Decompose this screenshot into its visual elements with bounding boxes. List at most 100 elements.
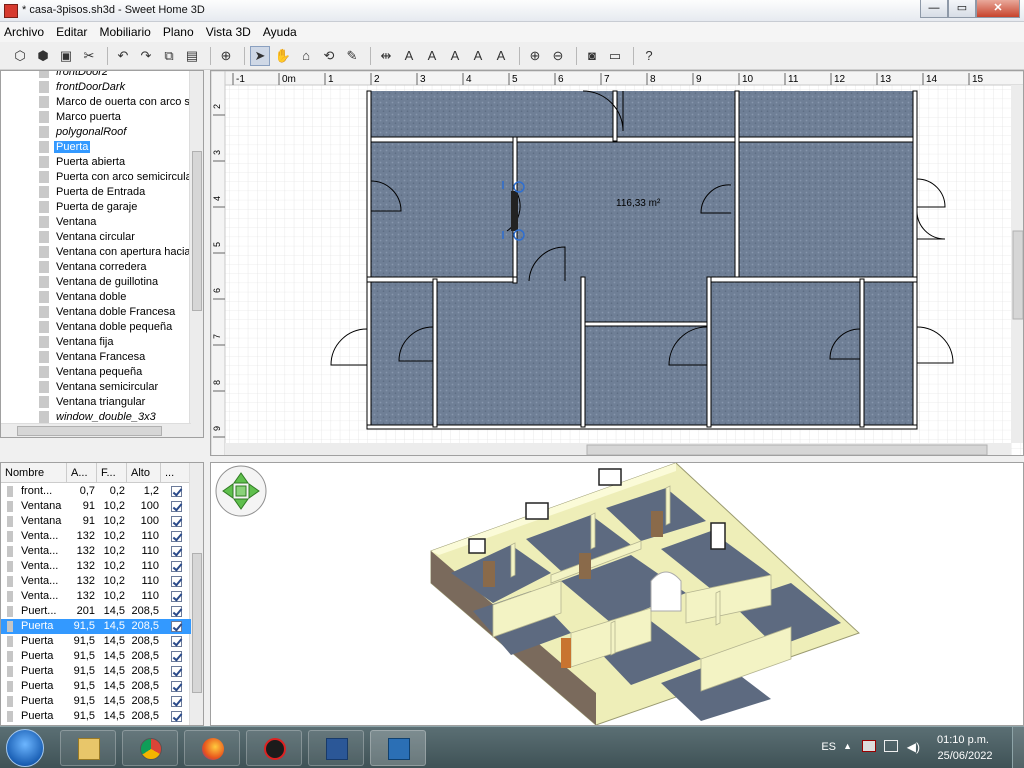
visible-checkbox[interactable] bbox=[170, 576, 182, 587]
visible-checkbox[interactable] bbox=[170, 621, 182, 632]
table-row[interactable]: Venta... 132 10,2 110 bbox=[1, 529, 191, 544]
undo-icon[interactable]: ↶ bbox=[113, 46, 133, 66]
col-visible[interactable]: ... bbox=[161, 463, 191, 483]
visible-checkbox[interactable] bbox=[170, 711, 182, 722]
visible-checkbox[interactable] bbox=[170, 486, 182, 497]
table-row[interactable]: Ventana 91 10,2 100 bbox=[1, 499, 191, 514]
catalog-item[interactable]: Ventana semicircular bbox=[1, 380, 191, 395]
visible-checkbox[interactable] bbox=[170, 516, 182, 527]
catalog-item[interactable]: Ventana circular bbox=[1, 230, 191, 245]
catalog-item[interactable]: Ventana bbox=[1, 215, 191, 230]
plan-view[interactable]: -1 0m 1 2 3 4 5 6 7 8 9 10 11 12 13 14 15 23456789 bbox=[210, 70, 1024, 456]
add-furniture-icon[interactable]: ⊕ bbox=[216, 46, 236, 66]
video-icon[interactable]: ▭ bbox=[605, 46, 625, 66]
close-button[interactable]: ✕ bbox=[976, 0, 1020, 18]
visible-checkbox[interactable] bbox=[170, 651, 182, 662]
create-rooms-icon[interactable]: ⌂ bbox=[296, 46, 316, 66]
language-indicator[interactable]: ES bbox=[821, 741, 836, 753]
create-dimensions-icon[interactable]: ⇹ bbox=[376, 46, 396, 66]
col-ancho[interactable]: A... bbox=[67, 463, 97, 483]
table-row[interactable]: Puerta 91,5 14,5 208,5 bbox=[1, 694, 191, 709]
plan-hscroll-thumb[interactable] bbox=[586, 444, 988, 455]
catalog-item[interactable]: Ventana corredera bbox=[1, 260, 191, 275]
catalog-item[interactable]: Marco puerta bbox=[1, 110, 191, 125]
catalog-item[interactable]: Ventana pequeña bbox=[1, 365, 191, 380]
visible-checkbox[interactable] bbox=[170, 531, 182, 542]
catalog-item[interactable]: Puerta bbox=[1, 140, 191, 155]
table-row[interactable]: front... 0,7 0,2 1,2 bbox=[1, 484, 191, 499]
taskbar-sweethome3d[interactable] bbox=[370, 730, 426, 766]
catalog-item[interactable]: Ventana Francesa bbox=[1, 350, 191, 365]
catalog-item[interactable]: frontDoorDark bbox=[1, 80, 191, 95]
italic-text-icon[interactable]: A bbox=[491, 46, 511, 66]
select-mode-icon[interactable]: ➤ bbox=[250, 45, 270, 66]
menu-plano[interactable]: Plano bbox=[159, 22, 199, 39]
3d-navigation-control[interactable] bbox=[215, 465, 267, 517]
visible-checkbox[interactable] bbox=[170, 501, 182, 512]
table-scroll-thumb[interactable] bbox=[192, 553, 202, 693]
catalog-hscroll-thumb[interactable] bbox=[17, 426, 162, 436]
add-text-icon[interactable]: A bbox=[399, 46, 419, 66]
copy-icon[interactable]: ⧉ bbox=[159, 46, 179, 66]
col-fondo[interactable]: F... bbox=[97, 463, 127, 483]
taskbar-word[interactable] bbox=[308, 730, 364, 766]
action-center-icon[interactable] bbox=[862, 740, 876, 752]
decrease-text-icon[interactable]: A bbox=[445, 46, 465, 66]
visible-checkbox[interactable] bbox=[170, 636, 182, 647]
table-row[interactable]: Venta... 132 10,2 110 bbox=[1, 544, 191, 559]
catalog-item[interactable]: Ventana doble bbox=[1, 290, 191, 305]
catalog-item[interactable]: Ventana con apertura hacia bbox=[1, 245, 191, 260]
increase-text-icon[interactable]: A bbox=[422, 46, 442, 66]
new-home-icon[interactable]: ⬡ bbox=[10, 46, 30, 66]
table-vertical-scrollbar[interactable] bbox=[189, 463, 203, 725]
table-row[interactable]: Puert... 201 14,5 208,5 bbox=[1, 604, 191, 619]
catalog-horizontal-scrollbar[interactable] bbox=[1, 423, 191, 437]
save-icon[interactable]: ▣ bbox=[56, 46, 76, 66]
table-row[interactable]: Puerta 91,5 14,5 208,5 bbox=[1, 619, 191, 634]
catalog-vertical-scrollbar[interactable] bbox=[189, 71, 203, 437]
bold-text-icon[interactable]: A bbox=[468, 46, 488, 66]
maximize-button[interactable]: ▭ bbox=[948, 0, 976, 18]
3d-view[interactable] bbox=[210, 462, 1024, 726]
catalog-item[interactable]: Puerta de Entrada bbox=[1, 185, 191, 200]
pan-mode-icon[interactable]: ✋ bbox=[273, 46, 293, 66]
zoom-in-icon[interactable]: ⊕ bbox=[525, 46, 545, 66]
catalog-item[interactable]: Marco de ouerta con arco s bbox=[1, 95, 191, 110]
menu-ayuda[interactable]: Ayuda bbox=[259, 22, 302, 39]
minimize-button[interactable]: — bbox=[920, 0, 948, 18]
catalog-item[interactable]: Ventana fija bbox=[1, 335, 191, 350]
start-button[interactable] bbox=[6, 729, 44, 767]
visible-checkbox[interactable] bbox=[170, 591, 182, 602]
table-row[interactable]: Venta... 132 10,2 110 bbox=[1, 559, 191, 574]
taskbar-explorer[interactable] bbox=[60, 730, 116, 766]
3d-house-model[interactable] bbox=[430, 463, 860, 725]
table-row[interactable]: Puerta 91,5 14,5 208,5 bbox=[1, 679, 191, 694]
plan-vscroll-thumb[interactable] bbox=[1012, 230, 1023, 320]
help-icon[interactable]: ? bbox=[639, 46, 659, 66]
taskbar-firefox[interactable] bbox=[184, 730, 240, 766]
visible-checkbox[interactable] bbox=[170, 546, 182, 557]
paste-icon[interactable]: ▤ bbox=[182, 46, 202, 66]
table-row[interactable]: Puerta 91,5 14,5 208,5 bbox=[1, 634, 191, 649]
table-row[interactable]: Puerta 91,5 14,5 208,5 bbox=[1, 709, 191, 724]
table-row[interactable]: Venta... 132 10,2 110 bbox=[1, 589, 191, 604]
table-row[interactable]: Puerta 91,5 14,5 208,5 bbox=[1, 649, 191, 664]
create-walls-icon[interactable]: ⟲ bbox=[319, 46, 339, 66]
catalog-scroll-thumb[interactable] bbox=[192, 151, 202, 311]
catalog-item[interactable]: Puerta de garaje bbox=[1, 200, 191, 215]
menu-editar[interactable]: Editar bbox=[52, 22, 92, 39]
plan-canvas[interactable]: -1 0m 1 2 3 4 5 6 7 8 9 10 11 12 13 14 15 23456789 bbox=[211, 71, 1024, 456]
catalog-item[interactable]: Ventana doble Francesa bbox=[1, 305, 191, 320]
show-desktop-button[interactable] bbox=[1012, 727, 1024, 768]
network-icon[interactable] bbox=[884, 740, 898, 752]
catalog-item[interactable]: Ventana de guillotina bbox=[1, 275, 191, 290]
show-hidden-icons-icon[interactable]: ▲ bbox=[843, 741, 852, 751]
menu-mobiliario[interactable]: Mobiliario bbox=[96, 22, 156, 39]
catalog-item[interactable]: Puerta abierta bbox=[1, 155, 191, 170]
menu-archivo[interactable]: Archivo bbox=[0, 22, 49, 39]
visible-checkbox[interactable] bbox=[170, 561, 182, 572]
clock-time[interactable]: 01:10 p.m. bbox=[928, 734, 998, 746]
table-row[interactable]: Puerta 91,5 14,5 208,5 bbox=[1, 664, 191, 679]
catalog-item[interactable]: Ventana doble pequeña bbox=[1, 320, 191, 335]
zoom-out-icon[interactable]: ⊖ bbox=[548, 46, 568, 66]
